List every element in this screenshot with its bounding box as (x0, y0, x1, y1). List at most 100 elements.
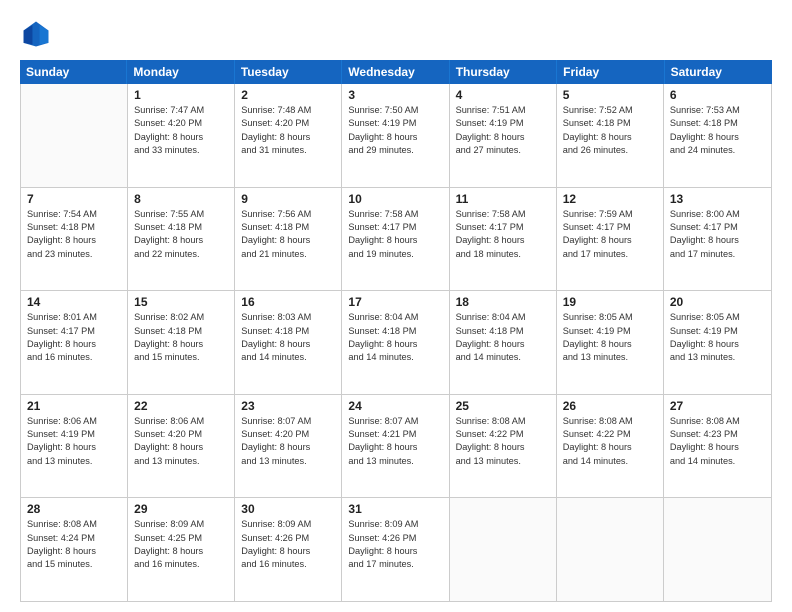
cell-line: Daylight: 8 hours (27, 338, 121, 351)
cell-line: and 17 minutes. (348, 558, 442, 571)
cell-line: Sunrise: 8:08 AM (27, 518, 121, 531)
header-cell-thursday: Thursday (450, 60, 557, 84)
cell-line: Daylight: 8 hours (134, 441, 228, 454)
cell-line: Daylight: 8 hours (27, 441, 121, 454)
day-number: 27 (670, 399, 765, 413)
day-number: 2 (241, 88, 335, 102)
day-number: 11 (456, 192, 550, 206)
cell-line: and 14 minutes. (563, 455, 657, 468)
logo-icon (20, 18, 52, 50)
cell-line: Sunset: 4:20 PM (134, 117, 228, 130)
table-row: 10Sunrise: 7:58 AMSunset: 4:17 PMDayligh… (342, 188, 449, 291)
cell-line: Sunset: 4:19 PM (27, 428, 121, 441)
day-number: 9 (241, 192, 335, 206)
cell-line: Sunset: 4:19 PM (670, 325, 765, 338)
day-number: 31 (348, 502, 442, 516)
cell-line: Sunrise: 8:08 AM (563, 415, 657, 428)
cell-line: Sunrise: 7:50 AM (348, 104, 442, 117)
cell-line: Sunrise: 7:47 AM (134, 104, 228, 117)
day-number: 29 (134, 502, 228, 516)
cell-line: Sunrise: 7:52 AM (563, 104, 657, 117)
day-number: 5 (563, 88, 657, 102)
header-cell-monday: Monday (127, 60, 234, 84)
cell-line: Daylight: 8 hours (456, 234, 550, 247)
cell-line: and 17 minutes. (670, 248, 765, 261)
cell-line: Sunrise: 7:53 AM (670, 104, 765, 117)
table-row: 20Sunrise: 8:05 AMSunset: 4:19 PMDayligh… (664, 291, 771, 394)
day-number: 13 (670, 192, 765, 206)
cell-line: Sunset: 4:26 PM (241, 532, 335, 545)
header-cell-wednesday: Wednesday (342, 60, 449, 84)
header-cell-saturday: Saturday (665, 60, 772, 84)
cell-line: and 22 minutes. (134, 248, 228, 261)
day-number: 30 (241, 502, 335, 516)
cell-line: Sunset: 4:18 PM (241, 221, 335, 234)
cell-line: Daylight: 8 hours (670, 338, 765, 351)
table-row (664, 498, 771, 601)
day-number: 17 (348, 295, 442, 309)
cell-line: Daylight: 8 hours (563, 131, 657, 144)
table-row: 19Sunrise: 8:05 AMSunset: 4:19 PMDayligh… (557, 291, 664, 394)
table-row: 7Sunrise: 7:54 AMSunset: 4:18 PMDaylight… (21, 188, 128, 291)
calendar-row: 28Sunrise: 8:08 AMSunset: 4:24 PMDayligh… (21, 498, 771, 601)
cell-line: and 14 minutes. (456, 351, 550, 364)
cell-line: Sunset: 4:18 PM (241, 325, 335, 338)
cell-line: Daylight: 8 hours (563, 441, 657, 454)
day-number: 16 (241, 295, 335, 309)
cell-line: Sunrise: 7:58 AM (348, 208, 442, 221)
table-row: 1Sunrise: 7:47 AMSunset: 4:20 PMDaylight… (128, 84, 235, 187)
calendar-row: 21Sunrise: 8:06 AMSunset: 4:19 PMDayligh… (21, 395, 771, 499)
logo (20, 18, 56, 50)
cell-line: and 24 minutes. (670, 144, 765, 157)
table-row: 15Sunrise: 8:02 AMSunset: 4:18 PMDayligh… (128, 291, 235, 394)
table-row: 5Sunrise: 7:52 AMSunset: 4:18 PMDaylight… (557, 84, 664, 187)
cell-line: Sunset: 4:19 PM (348, 117, 442, 130)
cell-line: Sunset: 4:17 PM (563, 221, 657, 234)
cell-line: and 15 minutes. (27, 558, 121, 571)
cell-line: Sunset: 4:20 PM (134, 428, 228, 441)
table-row: 21Sunrise: 8:06 AMSunset: 4:19 PMDayligh… (21, 395, 128, 498)
cell-line: Daylight: 8 hours (670, 131, 765, 144)
cell-line: Sunset: 4:18 PM (456, 325, 550, 338)
cell-line: Daylight: 8 hours (348, 441, 442, 454)
cell-line: Sunrise: 7:51 AM (456, 104, 550, 117)
table-row: 29Sunrise: 8:09 AMSunset: 4:25 PMDayligh… (128, 498, 235, 601)
table-row: 12Sunrise: 7:59 AMSunset: 4:17 PMDayligh… (557, 188, 664, 291)
day-number: 4 (456, 88, 550, 102)
cell-line: and 21 minutes. (241, 248, 335, 261)
cell-line: Sunrise: 7:54 AM (27, 208, 121, 221)
cell-line: and 13 minutes. (670, 351, 765, 364)
cell-line: and 16 minutes. (241, 558, 335, 571)
cell-line: Sunrise: 7:58 AM (456, 208, 550, 221)
cell-line: and 16 minutes. (27, 351, 121, 364)
cell-line: Sunset: 4:22 PM (456, 428, 550, 441)
day-number: 6 (670, 88, 765, 102)
table-row: 28Sunrise: 8:08 AMSunset: 4:24 PMDayligh… (21, 498, 128, 601)
page: SundayMondayTuesdayWednesdayThursdayFrid… (0, 0, 792, 612)
day-number: 1 (134, 88, 228, 102)
cell-line: Sunset: 4:17 PM (27, 325, 121, 338)
cell-line: Daylight: 8 hours (348, 545, 442, 558)
table-row: 22Sunrise: 8:06 AMSunset: 4:20 PMDayligh… (128, 395, 235, 498)
cell-line: Sunset: 4:17 PM (456, 221, 550, 234)
day-number: 18 (456, 295, 550, 309)
cell-line: and 13 minutes. (456, 455, 550, 468)
cell-line: Daylight: 8 hours (241, 338, 335, 351)
table-row: 25Sunrise: 8:08 AMSunset: 4:22 PMDayligh… (450, 395, 557, 498)
cell-line: Sunset: 4:18 PM (134, 325, 228, 338)
header-cell-sunday: Sunday (20, 60, 127, 84)
cell-line: and 19 minutes. (348, 248, 442, 261)
day-number: 23 (241, 399, 335, 413)
table-row: 14Sunrise: 8:01 AMSunset: 4:17 PMDayligh… (21, 291, 128, 394)
cell-line: Daylight: 8 hours (456, 338, 550, 351)
cell-line: Daylight: 8 hours (27, 234, 121, 247)
cell-line: and 13 minutes. (27, 455, 121, 468)
cell-line: Daylight: 8 hours (241, 234, 335, 247)
cell-line: and 26 minutes. (563, 144, 657, 157)
cell-line: Sunset: 4:18 PM (670, 117, 765, 130)
day-number: 25 (456, 399, 550, 413)
cell-line: Daylight: 8 hours (670, 234, 765, 247)
cell-line: Sunset: 4:20 PM (241, 428, 335, 441)
day-number: 26 (563, 399, 657, 413)
cell-line: and 33 minutes. (134, 144, 228, 157)
